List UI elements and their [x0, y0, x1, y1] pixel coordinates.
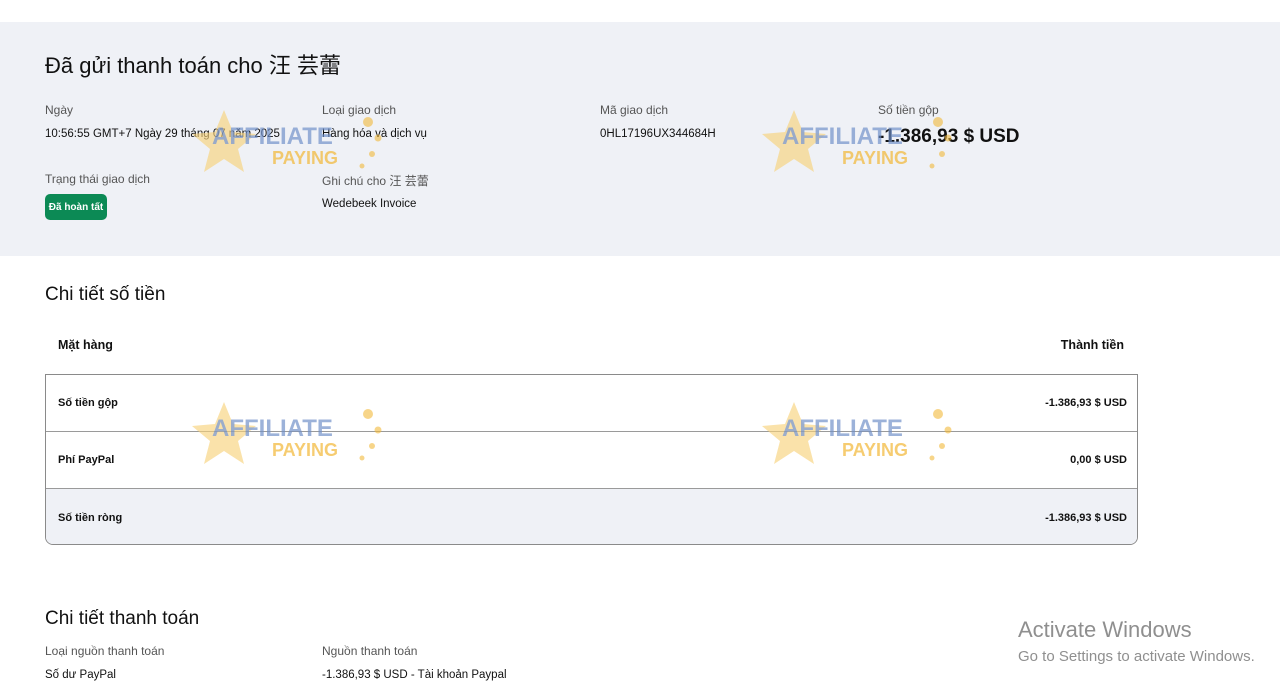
row-value: 0,00 $ USD	[1070, 454, 1127, 466]
transaction-id-value[interactable]: 0HL17196UX344684H	[600, 128, 716, 140]
transaction-id-label: Mã giao dịch	[600, 103, 669, 117]
source-type-label: Loại nguồn thanh toán	[45, 644, 165, 658]
row-label: Số tiền gộp	[58, 397, 118, 409]
gross-amount-value: -1.386,93 $ USD	[878, 126, 1020, 147]
note-label: Ghi chú cho 汪 芸蕾	[322, 174, 429, 188]
row-label: Số tiền ròng	[58, 511, 123, 524]
source-type-value: Số dư PayPal	[45, 669, 116, 681]
note-value: Wedebeek Invoice	[322, 198, 417, 210]
row-value: -1.386,93 $ USD	[1045, 397, 1127, 409]
payment-details-title: Chi tiết thanh toán	[45, 608, 200, 629]
amount-table: Số tiền gộp -1.386,93 $ USD Phí PayPal 0…	[45, 374, 1138, 545]
column-header-total: Thành tiền	[1060, 338, 1124, 352]
column-header-item: Mặt hàng	[58, 338, 113, 352]
date-value: 10:56:55 GMT+7 Ngày 29 tháng 07 năm 2025	[45, 128, 280, 140]
gross-amount-label: Số tiền gộp	[878, 103, 939, 117]
status-badge: Đã hoàn tất	[45, 194, 107, 220]
row-label: Phí PayPal	[58, 454, 115, 466]
status-label: Trạng thái giao dịch	[45, 172, 150, 186]
row-value: -1.386,93 $ USD	[1045, 511, 1127, 524]
date-label: Ngày	[45, 103, 74, 117]
type-label: Loại giao dịch	[322, 103, 397, 117]
transaction-page: Đã gửi thanh toán cho 汪 芸蕾 Ngày 10:56:55…	[0, 0, 1280, 697]
table-row: Phí PayPal 0,00 $ USD	[46, 432, 1137, 489]
transaction-summary: Đã gửi thanh toán cho 汪 芸蕾 Ngày 10:56:55…	[0, 22, 1280, 256]
page-title: Đã gửi thanh toán cho 汪 芸蕾	[45, 53, 341, 78]
source-label: Nguồn thanh toán	[322, 644, 418, 658]
source-value: -1.386,93 $ USD - Tài khoản Paypal	[322, 669, 507, 681]
windows-activation-subtitle[interactable]: Go to Settings to activate Windows.	[1018, 648, 1255, 665]
type-value: Hàng hóa và dịch vụ	[322, 128, 427, 140]
windows-activation-title: Activate Windows	[1018, 617, 1192, 642]
table-row: Số tiền gộp -1.386,93 $ USD	[46, 375, 1137, 432]
amount-details-title: Chi tiết số tiền	[45, 284, 166, 305]
table-row: Số tiền ròng -1.386,93 $ USD	[46, 489, 1137, 544]
